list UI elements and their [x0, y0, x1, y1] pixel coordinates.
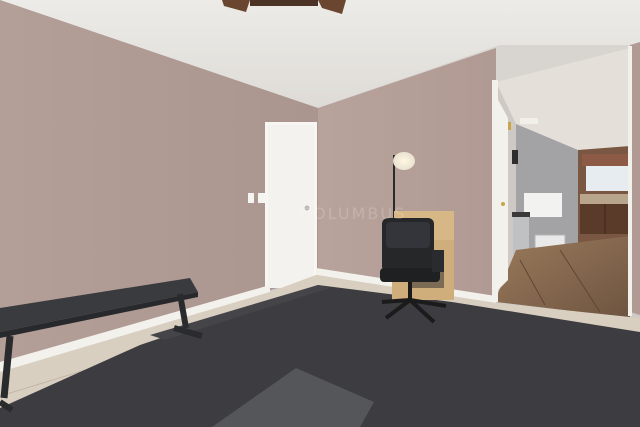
trash-can: [513, 214, 529, 254]
doorway-trim-right: [628, 46, 632, 316]
wall-thermostat: [512, 150, 518, 164]
light-switch: [258, 193, 265, 203]
room-photo: COLUMBUS: [0, 0, 640, 427]
watermark: COLUMBUS: [300, 204, 406, 223]
door-hinge: [508, 122, 511, 130]
hallway-ceiling-light: [520, 118, 538, 124]
chair-headrest-mesh: [386, 222, 430, 248]
light-switch: [248, 193, 254, 203]
floor-lamp-shade: [393, 152, 415, 170]
chair-base-leg: [381, 298, 411, 304]
open-door: [496, 96, 508, 292]
kitchen-countertop: [580, 194, 630, 204]
room-illustration: COLUMBUS: [0, 0, 640, 427]
trash-can-lid: [512, 212, 530, 217]
open-door-knob: [501, 202, 505, 206]
chair-seat: [380, 268, 440, 282]
ceiling-fan-hub: [250, 0, 318, 6]
chair-armrest: [432, 250, 444, 272]
kitchen-window: [586, 165, 628, 191]
kitchen-curtain: [582, 154, 630, 166]
